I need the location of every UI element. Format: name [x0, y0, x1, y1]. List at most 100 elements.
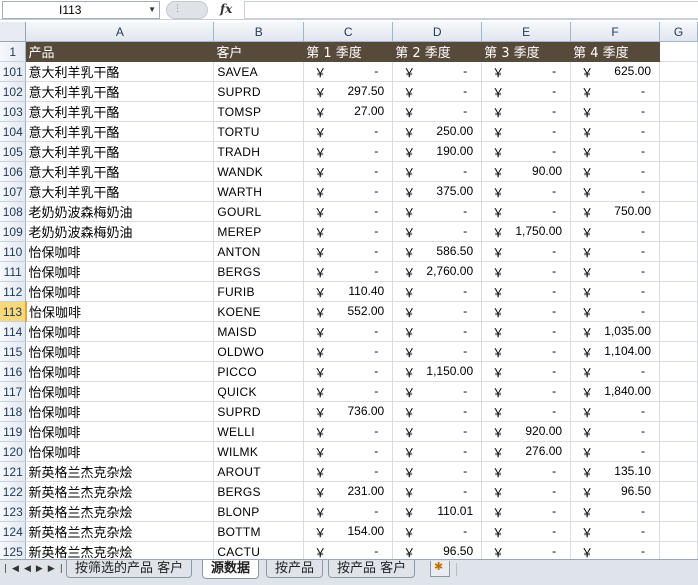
q4-cell[interactable]: ￥ - — [570, 421, 660, 442]
q2-cell[interactable]: ￥ - — [392, 221, 483, 242]
header-cell-q3[interactable]: 第 3 季度 — [481, 41, 572, 62]
q1-cell[interactable]: ￥ 27.00 — [303, 101, 394, 122]
customer-cell[interactable]: AROUT — [213, 461, 305, 482]
row-header[interactable]: 107 — [0, 181, 27, 202]
q2-cell[interactable]: ￥ 2,760.00 — [392, 261, 483, 282]
column-header-g[interactable]: G — [659, 22, 698, 42]
column-header-d[interactable]: D — [392, 22, 483, 42]
q4-cell[interactable]: ￥ 1,035.00 — [570, 321, 660, 342]
q1-cell[interactable]: ￥ 231.00 — [303, 481, 394, 502]
row-header[interactable]: 101 — [0, 61, 27, 82]
q1-cell[interactable]: ￥ - — [303, 341, 394, 362]
empty-cell[interactable] — [659, 481, 698, 502]
product-cell[interactable]: 意大利羊乳干酪 — [25, 161, 215, 182]
product-cell[interactable]: 新英格兰杰克杂烩 — [25, 521, 215, 542]
customer-cell[interactable]: GOURL — [213, 201, 305, 222]
product-cell[interactable]: 怡保咖啡 — [25, 441, 215, 462]
q1-cell[interactable]: ￥ - — [303, 441, 394, 462]
row-header[interactable]: 119 — [0, 421, 27, 442]
product-cell[interactable]: 老奶奶波森梅奶油 — [25, 201, 215, 222]
row-header[interactable]: 123 — [0, 501, 27, 522]
empty-cell[interactable] — [659, 401, 698, 422]
q1-cell[interactable]: ￥ 736.00 — [303, 401, 394, 422]
row-header[interactable]: 115 — [0, 341, 27, 362]
q2-cell[interactable]: ￥ - — [392, 201, 483, 222]
product-cell[interactable]: 怡保咖啡 — [25, 401, 215, 422]
q2-cell[interactable]: ￥ - — [392, 81, 483, 102]
q1-cell[interactable]: ￥ - — [303, 461, 394, 482]
empty-cell[interactable] — [659, 421, 698, 442]
customer-cell[interactable]: FURIB — [213, 281, 305, 302]
q1-cell[interactable]: ￥ - — [303, 221, 394, 242]
row-header[interactable]: 111 — [0, 261, 27, 282]
q1-cell[interactable]: ￥ - — [303, 421, 394, 442]
product-cell[interactable]: 怡保咖啡 — [25, 341, 215, 362]
product-cell[interactable]: 意大利羊乳干酪 — [25, 101, 215, 122]
q1-cell[interactable]: ￥ 110.40 — [303, 281, 394, 302]
product-cell[interactable]: 老奶奶波森梅奶油 — [25, 221, 215, 242]
empty-cell[interactable] — [659, 61, 698, 82]
q2-cell[interactable]: ￥ - — [392, 461, 483, 482]
empty-cell[interactable] — [659, 121, 698, 142]
q2-cell[interactable]: ￥ - — [392, 301, 483, 322]
q4-cell[interactable]: ￥ - — [570, 441, 660, 462]
insert-sheet-button[interactable]: ✱ — [430, 560, 450, 577]
empty-cell[interactable] — [659, 501, 698, 522]
customer-cell[interactable]: SAVEA — [213, 61, 305, 82]
sheet-tab-source-data[interactable]: 源数据 — [202, 560, 260, 579]
customer-cell[interactable]: WANDK — [213, 161, 305, 182]
empty-cell[interactable] — [659, 281, 698, 302]
q1-cell[interactable]: ￥ 552.00 — [303, 301, 394, 322]
formula-bar-splitter[interactable]: ⋮ — [166, 1, 208, 19]
q1-cell[interactable]: ￥ - — [303, 501, 394, 522]
q4-cell[interactable]: ￥ - — [570, 241, 660, 262]
name-box[interactable]: I113 ▼ — [2, 1, 160, 19]
column-header-e[interactable]: E — [481, 22, 572, 42]
q3-cell[interactable]: ￥ - — [481, 341, 572, 362]
product-cell[interactable]: 意大利羊乳干酪 — [25, 181, 215, 202]
product-cell[interactable]: 怡保咖啡 — [25, 421, 215, 442]
row-header[interactable]: 113 — [0, 301, 27, 322]
row-header[interactable]: 124 — [0, 521, 27, 542]
q1-cell[interactable]: ￥ - — [303, 121, 394, 142]
row-header[interactable]: 122 — [0, 481, 27, 502]
customer-cell[interactable]: MEREP — [213, 221, 305, 242]
empty-cell[interactable] — [659, 221, 698, 242]
row-header[interactable]: 120 — [0, 441, 27, 462]
empty-cell[interactable] — [659, 101, 698, 122]
q3-cell[interactable]: ￥ - — [481, 201, 572, 222]
row-header[interactable]: 114 — [0, 321, 27, 342]
row-header[interactable]: 108 — [0, 201, 27, 222]
customer-cell[interactable]: BLONP — [213, 501, 305, 522]
product-cell[interactable]: 意大利羊乳干酪 — [25, 81, 215, 102]
empty-cell[interactable] — [659, 261, 698, 282]
customer-cell[interactable]: QUICK — [213, 381, 305, 402]
row-header[interactable]: 102 — [0, 81, 27, 102]
empty-cell[interactable] — [659, 341, 698, 362]
empty-cell[interactable] — [659, 301, 698, 322]
customer-cell[interactable]: TORTU — [213, 121, 305, 142]
sheet-tab-filtered-product-customer[interactable]: 按筛选的产品 客户 — [66, 560, 193, 578]
q3-cell[interactable]: ￥ - — [481, 81, 572, 102]
q4-cell[interactable]: ￥ - — [570, 261, 660, 282]
row-header[interactable]: 116 — [0, 361, 27, 382]
customer-cell[interactable]: WARTH — [213, 181, 305, 202]
empty-cell[interactable] — [659, 201, 698, 222]
q4-cell[interactable]: ￥ - — [570, 361, 660, 382]
empty-cell[interactable] — [659, 81, 698, 102]
row-header[interactable]: 1 — [0, 41, 27, 62]
customer-cell[interactable]: BERGS — [213, 261, 305, 282]
empty-cell[interactable] — [659, 521, 698, 542]
empty-cell[interactable] — [659, 381, 698, 402]
product-cell[interactable]: 怡保咖啡 — [25, 241, 215, 262]
q2-cell[interactable]: ￥ - — [392, 61, 483, 82]
sheet-tab-by-product[interactable]: 按产品 — [266, 560, 324, 578]
q3-cell[interactable]: ￥ 276.00 — [481, 441, 572, 462]
q1-cell[interactable]: ￥ - — [303, 181, 394, 202]
q4-cell[interactable]: ￥ 96.50 — [570, 481, 660, 502]
q3-cell[interactable]: ￥ - — [481, 241, 572, 262]
q2-cell[interactable]: ￥ - — [392, 481, 483, 502]
q2-cell[interactable]: ￥ - — [392, 101, 483, 122]
q4-cell[interactable]: ￥ 625.00 — [570, 61, 660, 82]
q3-cell[interactable]: ￥ - — [481, 521, 572, 542]
